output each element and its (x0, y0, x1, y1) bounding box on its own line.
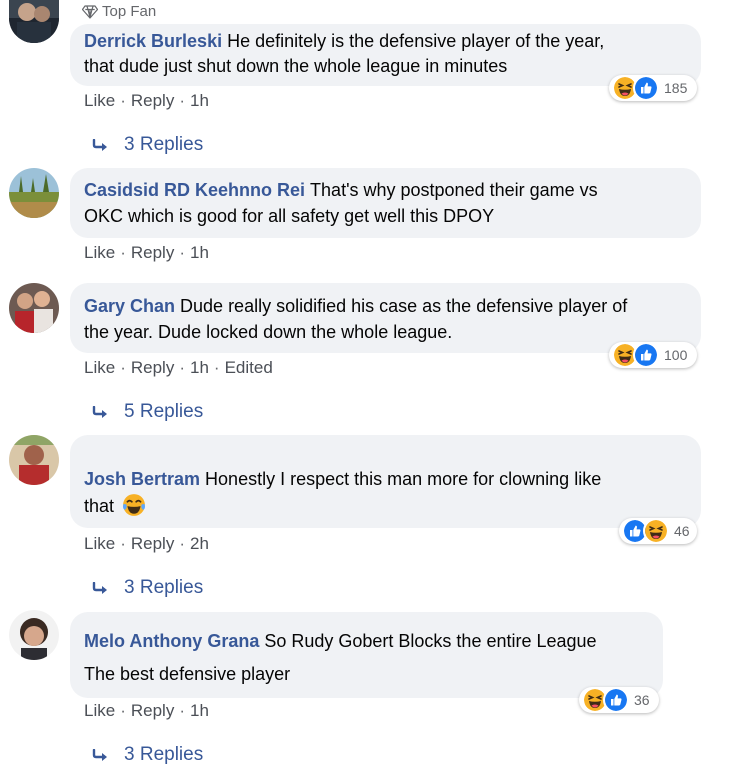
reply-arrow-icon (92, 749, 110, 761)
replies-count[interactable]: 5 Replies (124, 401, 203, 423)
edited-label[interactable]: Edited (225, 358, 273, 377)
like-link[interactable]: Like (84, 534, 115, 553)
reaction-summary[interactable]: 46 (619, 518, 697, 544)
comment-bubble: Josh Bertram Honestly I respect this man … (70, 435, 701, 528)
like-link[interactable]: Like (84, 358, 115, 377)
comment-author[interactable]: Melo Anthony Grana (84, 631, 259, 651)
like-link[interactable]: Like (84, 91, 115, 110)
comment-actions: Like · Reply · 1h (84, 701, 209, 720)
reply-link[interactable]: Reply (131, 91, 174, 110)
timestamp[interactable]: 1h (190, 91, 209, 110)
view-replies-link[interactable]: 3 Replies (92, 577, 203, 599)
avatar[interactable] (9, 610, 59, 660)
comment-actions: Like · Reply · 1h (84, 243, 209, 262)
comment-actions: Like · Reply · 1h · Edited (84, 358, 273, 377)
top-fan-badge: Top Fan (82, 3, 156, 20)
comment-actions: Like · Reply · 2h (84, 534, 209, 553)
view-replies-link[interactable]: 3 Replies (92, 744, 203, 766)
reply-arrow-icon (92, 406, 110, 418)
like-link[interactable]: Like (84, 243, 115, 262)
avatar[interactable] (9, 0, 59, 43)
avatar[interactable] (9, 283, 59, 333)
reply-link[interactable]: Reply (131, 534, 174, 553)
comment-text: Dude really solidified his case as the d… (180, 296, 628, 316)
reaction-count: 185 (664, 80, 688, 96)
comment-bubble: Melo Anthony Grana So Rudy Gobert Blocks … (70, 612, 663, 698)
diamond-badge-icon (82, 5, 98, 19)
timestamp[interactable]: 2h (190, 534, 209, 553)
timestamp[interactable]: 1h (190, 358, 209, 377)
reply-link[interactable]: Reply (131, 358, 174, 377)
reply-arrow-icon (92, 582, 110, 594)
reply-link[interactable]: Reply (131, 701, 174, 720)
comment-bubble: Derrick Burleski He definitely is the def… (70, 24, 701, 86)
replies-count[interactable]: 3 Replies (124, 744, 203, 766)
comment-text: Honestly I respect this man more for clo… (205, 469, 602, 489)
comment-actions: Like · Reply · 1h (84, 91, 209, 110)
reaction-count: 46 (674, 523, 690, 539)
comment-text: that (84, 496, 115, 516)
timestamp[interactable]: 1h (190, 243, 209, 262)
view-replies-link[interactable]: 3 Replies (92, 134, 203, 156)
replies-count[interactable]: 3 Replies (124, 577, 203, 599)
reaction-summary[interactable]: 185 (609, 75, 697, 101)
like-reaction-icon (633, 75, 659, 101)
like-link[interactable]: Like (84, 701, 115, 720)
reaction-summary[interactable]: 100 (609, 342, 697, 368)
comment-text: The best defensive player (84, 664, 291, 684)
tears-of-joy-emoji-icon (122, 493, 146, 517)
haha-reaction-icon (643, 518, 669, 544)
like-reaction-icon (603, 687, 629, 713)
comment-bubble: Casidsid RD Keehnno Rei That's why postpo… (70, 168, 701, 238)
comment-text: OKC which is good for all safety get wel… (84, 206, 495, 226)
reaction-summary[interactable]: 36 (579, 687, 659, 713)
top-fan-label: Top Fan (102, 3, 157, 20)
reply-link[interactable]: Reply (131, 243, 174, 262)
reaction-count: 36 (634, 692, 650, 708)
timestamp[interactable]: 1h (190, 701, 209, 720)
comment-text: That's why postponed their game vs (310, 180, 598, 200)
reaction-count: 100 (664, 347, 688, 363)
replies-count[interactable]: 3 Replies (124, 134, 203, 156)
comment-author[interactable]: Casidsid RD Keehnno Rei (84, 180, 305, 200)
comment-author[interactable]: Derrick Burleski (84, 31, 222, 51)
comment-text: that dude just shut down the whole leagu… (84, 56, 508, 76)
avatar[interactable] (9, 435, 59, 485)
like-reaction-icon (633, 342, 659, 368)
comment-author[interactable]: Gary Chan (84, 296, 175, 316)
comment-text: the year. Dude locked down the whole lea… (84, 322, 453, 342)
comment-text: So Rudy Gobert Blocks the entire League (264, 631, 597, 651)
comment-author[interactable]: Josh Bertram (84, 469, 200, 489)
view-replies-link[interactable]: 5 Replies (92, 401, 203, 423)
avatar[interactable] (9, 168, 59, 218)
reply-arrow-icon (92, 139, 110, 151)
comment-bubble: Gary Chan Dude really solidified his case… (70, 283, 701, 353)
comment-text: He definitely is the defensive player of… (227, 31, 605, 51)
